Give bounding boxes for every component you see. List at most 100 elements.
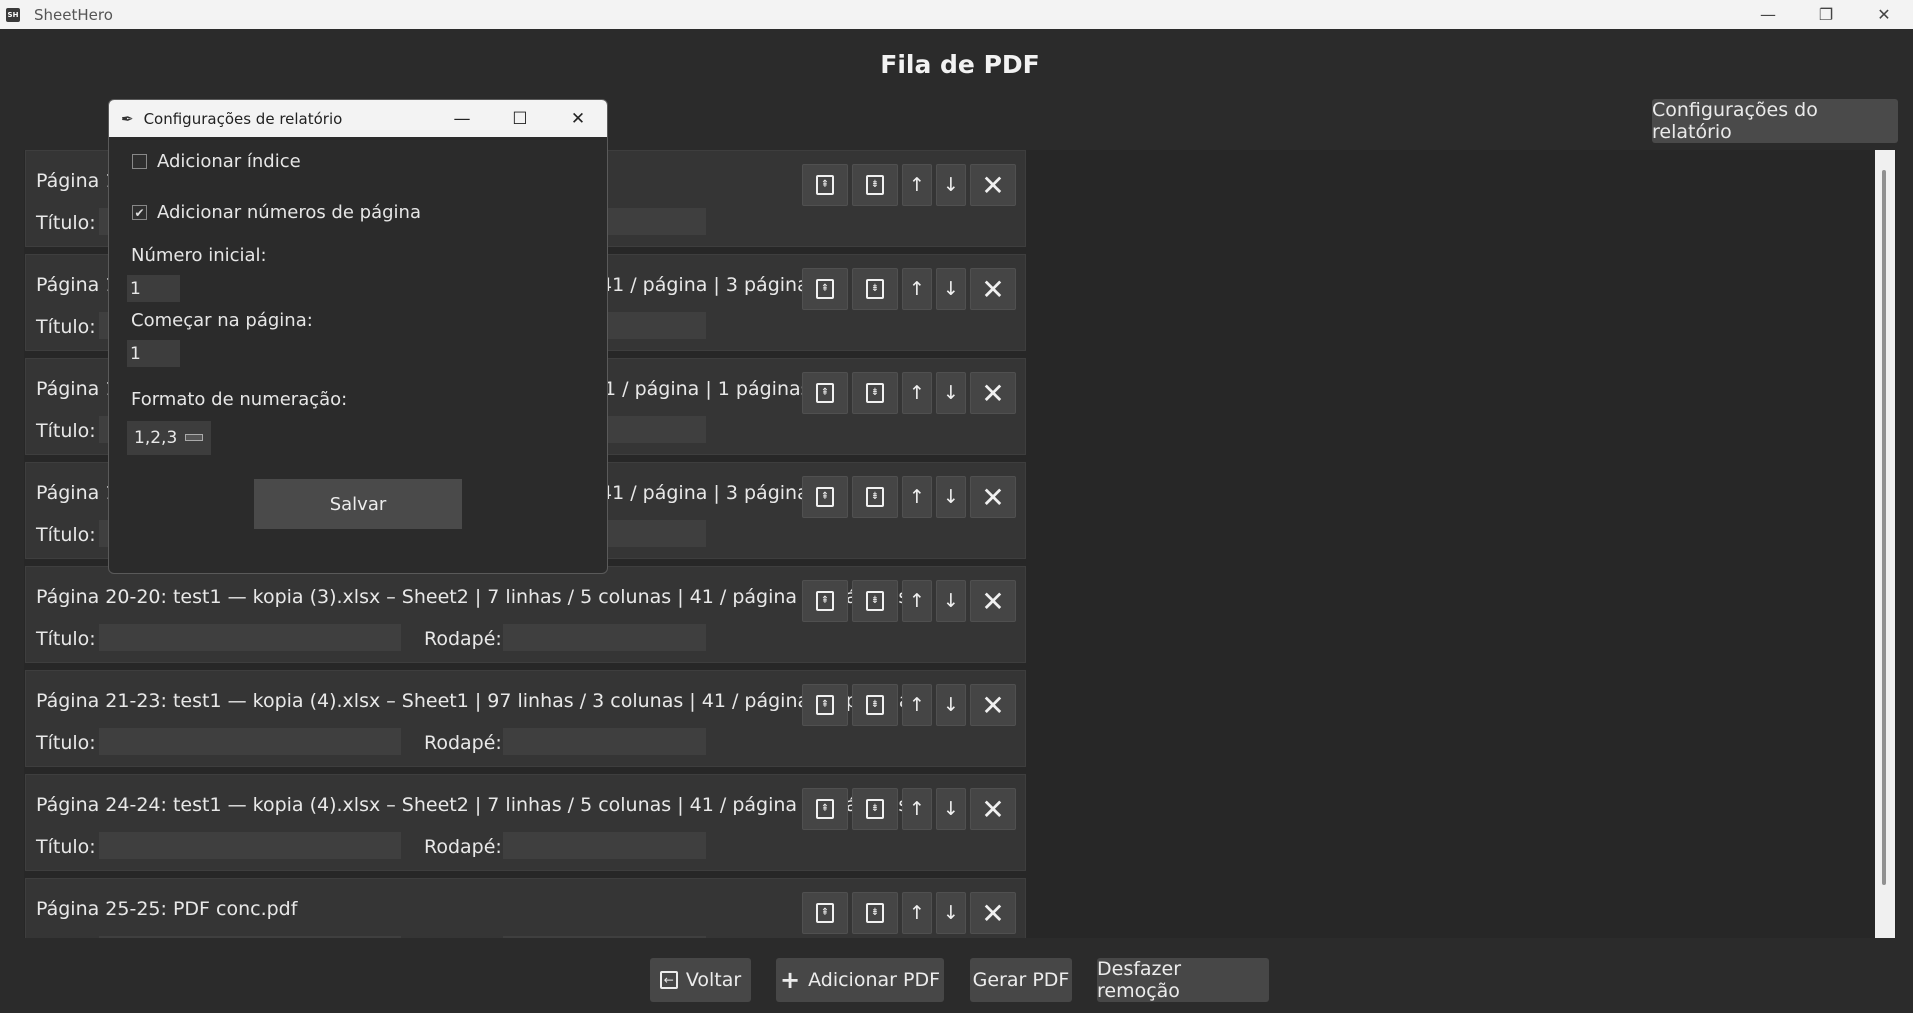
move-to-bottom-icon: ⇟ [866, 903, 884, 923]
dialog-title: Configurações de relatório [143, 109, 343, 128]
title-input[interactable] [99, 624, 401, 651]
move-to-top-button[interactable]: ⇞ [802, 164, 848, 206]
move-down-button[interactable]: ↓ [936, 268, 966, 310]
bottom-toolbar: ← Voltar + Adicionar PDF Gerar PDF Desfa… [0, 958, 1913, 1002]
move-up-button[interactable]: ↑ [902, 684, 932, 726]
move-to-top-icon: ⇞ [816, 175, 834, 195]
remove-button[interactable]: ✕ [970, 268, 1016, 310]
remove-button[interactable]: ✕ [970, 476, 1016, 518]
move-down-button[interactable]: ↓ [936, 892, 966, 934]
move-up-button[interactable]: ↑ [902, 476, 932, 518]
start-page-input[interactable] [127, 340, 180, 367]
move-to-top-icon: ⇞ [816, 487, 834, 507]
move-to-top-icon: ⇞ [816, 695, 834, 715]
report-settings-button[interactable]: Configurações do relatório [1652, 99, 1898, 143]
move-to-bottom-icon: ⇟ [866, 487, 884, 507]
move-up-button[interactable]: ↑ [902, 268, 932, 310]
remove-button[interactable]: ✕ [970, 684, 1016, 726]
window-titlebar: SH SheetHero — ❐ ✕ [0, 0, 1913, 29]
add-index-checkbox[interactable]: Adicionar índice [132, 151, 301, 172]
title-label: Título: [36, 420, 96, 442]
app-icon: SH [6, 7, 20, 22]
footer-input[interactable] [503, 624, 706, 651]
numbering-format-select[interactable]: 1,2,3 [127, 421, 211, 455]
move-up-button[interactable]: ↑ [902, 892, 932, 934]
remove-button[interactable]: ✕ [970, 580, 1016, 622]
back-button[interactable]: ← Voltar [650, 958, 751, 1002]
title-input[interactable] [99, 832, 401, 859]
dialog-maximize-button[interactable]: ☐ [491, 100, 549, 137]
back-button-label: Voltar [685, 969, 742, 991]
title-label: Título: [36, 316, 96, 338]
footer-input[interactable] [503, 832, 706, 859]
list-scrollbar[interactable] [1875, 150, 1895, 938]
move-up-button[interactable]: ↑ [902, 164, 932, 206]
move-to-bottom-icon: ⇟ [866, 591, 884, 611]
remove-button[interactable]: ✕ [970, 892, 1016, 934]
move-down-button[interactable]: ↓ [936, 372, 966, 414]
move-to-bottom-icon: ⇟ [866, 383, 884, 403]
move-up-button[interactable]: ↑ [902, 372, 932, 414]
close-window-button[interactable]: ✕ [1855, 0, 1913, 29]
row-label: Página 20-20: test1 — kopia (3).xlsx – S… [36, 586, 909, 608]
start-number-label: Número inicial: [131, 245, 267, 266]
dialog-close-button[interactable]: ✕ [549, 100, 607, 137]
move-to-top-button[interactable]: ⇞ [802, 580, 848, 622]
row-label: Página 25-25: PDF conc.pdf [36, 898, 298, 920]
page-title: Fila de PDF [880, 50, 1040, 79]
window-title: SheetHero [34, 5, 113, 24]
add-page-numbers-checkbox[interactable]: ✔ Adicionar números de página [132, 202, 421, 223]
back-arrow-icon: ← [659, 971, 678, 989]
start-number-input[interactable] [127, 275, 180, 302]
dialog-minimize-button[interactable]: — [433, 100, 491, 137]
move-to-top-button[interactable]: ⇞ [802, 268, 848, 310]
plus-icon: + [779, 966, 801, 994]
move-to-bottom-button[interactable]: ⇟ [852, 476, 898, 518]
move-to-bottom-icon: ⇟ [866, 279, 884, 299]
footer-input[interactable] [503, 936, 706, 938]
save-button[interactable]: Salvar [254, 479, 462, 529]
move-up-button[interactable]: ↑ [902, 788, 932, 830]
row-label: Página 1 [36, 274, 118, 296]
move-down-button[interactable]: ↓ [936, 476, 966, 518]
move-to-top-button[interactable]: ⇞ [802, 372, 848, 414]
remove-button[interactable]: ✕ [970, 372, 1016, 414]
scrollbar-thumb[interactable] [1882, 170, 1886, 885]
title-input[interactable] [99, 728, 401, 755]
move-down-button[interactable]: ↓ [936, 684, 966, 726]
move-to-bottom-button[interactable]: ⇟ [852, 268, 898, 310]
minimize-button[interactable]: — [1739, 0, 1797, 29]
add-pdf-button[interactable]: + Adicionar PDF [776, 958, 944, 1002]
add-page-numbers-check-box: ✔ [132, 205, 147, 220]
undo-remove-button[interactable]: Desfazer remoção [1097, 958, 1269, 1002]
move-to-bottom-button[interactable]: ⇟ [852, 164, 898, 206]
move-to-top-button[interactable]: ⇞ [802, 892, 848, 934]
move-to-bottom-button[interactable]: ⇟ [852, 372, 898, 414]
move-to-bottom-button[interactable]: ⇟ [852, 684, 898, 726]
move-to-bottom-button[interactable]: ⇟ [852, 788, 898, 830]
row-label: Página 24-24: test1 — kopia (4).xlsx – S… [36, 794, 909, 816]
restore-button[interactable]: ❐ [1797, 0, 1855, 29]
remove-button[interactable]: ✕ [970, 164, 1016, 206]
remove-button[interactable]: ✕ [970, 788, 1016, 830]
move-down-button[interactable]: ↓ [936, 788, 966, 830]
move-to-bottom-button[interactable]: ⇟ [852, 580, 898, 622]
row-label: Página 21-23: test1 — kopia (4).xlsx – S… [36, 690, 921, 712]
move-to-top-icon: ⇞ [816, 383, 834, 403]
row-label: Página 1 [36, 482, 118, 504]
generate-pdf-button[interactable]: Gerar PDF [970, 958, 1072, 1002]
footer-label: Rodapé: [424, 836, 502, 858]
move-down-button[interactable]: ↓ [936, 164, 966, 206]
row-info-partial: 41 / página | 3 páginas [600, 482, 819, 504]
move-up-button[interactable]: ↑ [902, 580, 932, 622]
move-to-top-button[interactable]: ⇞ [802, 684, 848, 726]
row-label: Página 1 [36, 170, 118, 192]
move-down-button[interactable]: ↓ [936, 580, 966, 622]
move-to-bottom-button[interactable]: ⇟ [852, 892, 898, 934]
move-to-top-button[interactable]: ⇞ [802, 788, 848, 830]
move-to-bottom-icon: ⇟ [866, 695, 884, 715]
footer-input[interactable] [503, 728, 706, 755]
move-to-top-button[interactable]: ⇞ [802, 476, 848, 518]
move-to-top-icon: ⇞ [816, 591, 834, 611]
title-input[interactable] [99, 936, 401, 938]
